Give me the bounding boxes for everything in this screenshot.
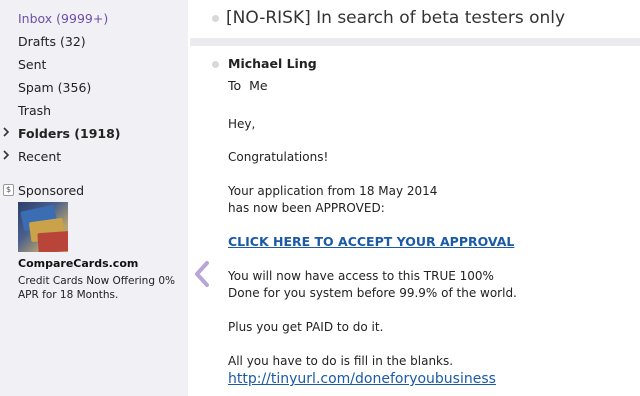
body-congrats: Congratulations! (228, 150, 329, 164)
recipient-line: To Me (228, 78, 268, 93)
body-greeting: Hey, (228, 117, 256, 131)
chevron-left-icon[interactable] (192, 260, 212, 288)
body-line-1: Your application from 18 May 2014 (228, 184, 438, 198)
ad-image[interactable] (18, 202, 68, 252)
sponsored-label: Sponsored (18, 183, 85, 198)
subject-dot (212, 15, 219, 22)
sidebar-item-folders[interactable]: Folders (1918) (18, 126, 121, 141)
chevron-right-icon[interactable] (3, 126, 10, 140)
sidebar-item-inbox[interactable]: Inbox (9999+) (18, 11, 108, 26)
sidebar-item-sent[interactable]: Sent (18, 57, 46, 72)
sender-name[interactable]: Michael Ling (228, 56, 317, 71)
body-line-4: Done for you system before 99.9% of the … (228, 286, 517, 300)
body-line-3: You will now have access to this TRUE 10… (228, 269, 494, 283)
sidebar: Inbox (9999+) Drafts (32) Sent Spam (356… (0, 0, 188, 396)
message-subject: [NO-RISK] In search of beta testers only (226, 8, 566, 28)
body-line-6: All you have to do is fill in the blanks… (228, 354, 454, 368)
chevron-right-icon[interactable] (3, 149, 10, 163)
ad-title[interactable]: CompareCards.com (18, 257, 138, 270)
approval-link[interactable]: CLICK HERE TO ACCEPT YOUR APPROVAL (228, 234, 514, 249)
sidebar-item-drafts[interactable]: Drafts (32) (18, 34, 86, 49)
body-line-5: Plus you get PAID to do it. (228, 320, 384, 334)
sponsored-dollar-icon: $ (3, 184, 14, 196)
body-line-2: has now been APPROVED: (228, 201, 385, 215)
sender-dot (212, 61, 219, 68)
ad-text[interactable]: Credit Cards Now Offering 0% APR for 18 … (18, 274, 183, 302)
credit-card-icon (37, 230, 68, 252)
tinyurl-link[interactable]: http://tinyurl.com/doneforyoubusiness (228, 371, 496, 387)
subject-divider (190, 38, 640, 46)
sidebar-item-spam[interactable]: Spam (356) (18, 80, 91, 95)
sidebar-item-recent[interactable]: Recent (18, 149, 61, 164)
sidebar-item-trash[interactable]: Trash (18, 103, 51, 118)
